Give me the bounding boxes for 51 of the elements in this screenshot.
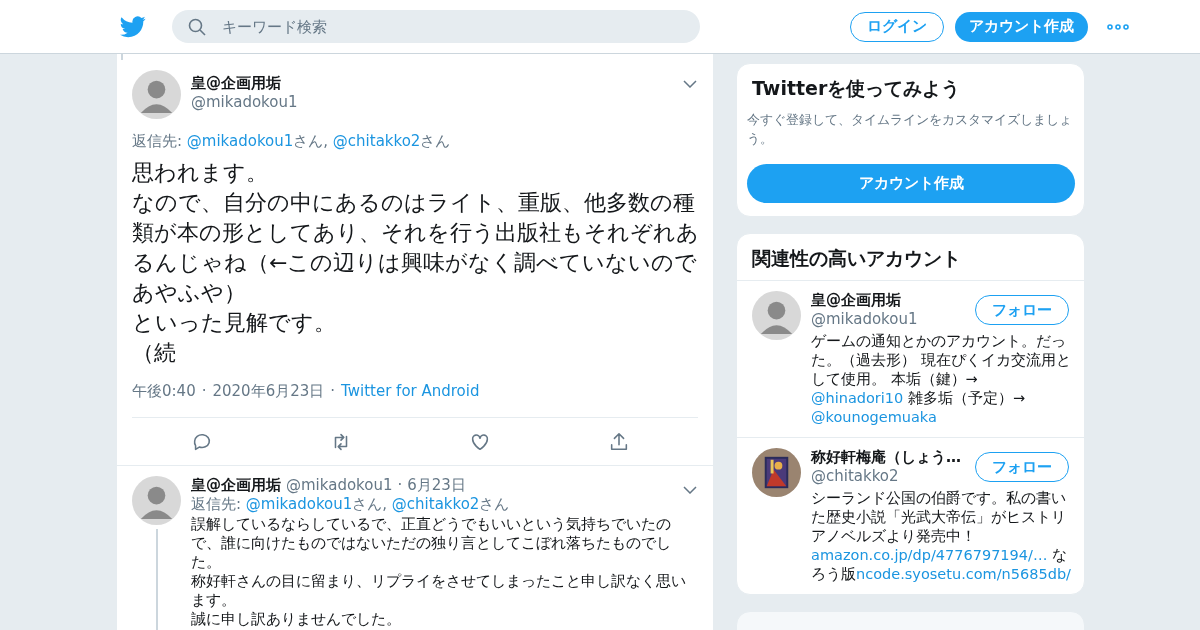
signup-button[interactable]: アカウント作成 <box>747 164 1075 203</box>
dot-separator: · <box>397 476 403 495</box>
tweet-paragraph: （続 <box>132 339 177 367</box>
bio-link[interactable]: @hinadori10 <box>811 390 904 406</box>
bio-link[interactable]: amazon.co.jp/dp/4776797194/… <box>811 547 1048 563</box>
source-link[interactable]: Twitter for Android <box>341 382 480 401</box>
tweet-paragraph: といった見解です。 <box>132 309 337 337</box>
follow-button[interactable]: フォロー <box>975 295 1069 325</box>
mention-link[interactable]: @mikadokou1 <box>186 132 294 150</box>
dot-separator: · <box>330 382 336 401</box>
card-text: 今すぐ登録して、タイムラインをカスタマイズしましょう。 <box>746 111 1073 148</box>
mention-link[interactable]: @mikadokou1 <box>245 495 353 513</box>
author-name[interactable]: 皇@企画用垢 <box>191 74 698 93</box>
account-bio: ゲームの通知とかのアカウント。だった。（過去形） 現在ぴくイカ交流用として使用。 本垢（鍵）→ @hinadori10 雑多垢（予定）→ @kounogemuaka <box>811 332 1071 427</box>
follow-button[interactable]: フォロー <box>975 452 1069 482</box>
tweet-date[interactable]: 2020年6月23日 <box>212 382 325 401</box>
tweet-paragraph: 誠に申し訳ありませんでした。 <box>191 609 402 628</box>
avatar <box>132 70 181 119</box>
card-title: 関連性の高いアカウント <box>751 246 962 271</box>
dot-separator: · <box>201 382 207 401</box>
card-title: Twitterを使ってみよう <box>751 76 962 101</box>
bio-link[interactable]: @kounogemuaka <box>811 409 937 425</box>
account-name[interactable]: 皇@企画用垢 <box>811 291 975 310</box>
chevron-icon[interactable] <box>683 80 697 88</box>
mention-link[interactable]: @chitakko2 <box>391 495 480 513</box>
signup-button[interactable]: アカウント作成 <box>955 11 1088 42</box>
avatar <box>132 476 181 525</box>
reply-to-text: 返信先: @mikadokou1さん, @chitakko2さん <box>132 132 452 151</box>
mention-link[interactable]: @chitakko2 <box>332 132 421 150</box>
search-icon <box>188 18 206 36</box>
account-name[interactable]: 称好軒梅庵（しょう… <box>811 448 975 467</box>
account-handle[interactable]: @mikadokou1 <box>811 310 975 328</box>
bird-logo[interactable] <box>120 15 146 38</box>
account-handle[interactable]: @chitakko2 <box>811 467 975 485</box>
more-icon[interactable] <box>1107 23 1129 30</box>
tweet-date[interactable]: 6月23日 <box>407 476 466 495</box>
search-field[interactable]: キーワード検索 <box>172 10 700 43</box>
tweet-paragraph: なので、自分の中にあるのはライト、重版、他多数の種類が本の形としてあり、それを行う出版社もそれぞれあるんじゃね（←この辺りは興味がなく調べていないのであやふや） <box>132 189 700 307</box>
bio-link[interactable]: ncode.syosetu.com/n5685db/ <box>856 566 1071 582</box>
chevron-icon[interactable] <box>683 486 697 494</box>
tweet-paragraph: 思われます。 <box>132 159 269 187</box>
reply-to-text: 返信先: @mikadokou1さん, @chitakko2さん <box>191 495 511 514</box>
author-handle[interactable]: @mikadokou1 <box>286 476 393 495</box>
login-button[interactable]: ログイン <box>850 11 944 42</box>
tweet-time[interactable]: 午後0:40 <box>132 382 196 401</box>
tweet-paragraph: 誤解しているならしているで、正直どうでもいいという気持ちでいたので、誰に向けたものではないただの独り言としてこぼれ落ちたものでした。 <box>191 514 672 571</box>
author-handle[interactable]: @mikadokou1 <box>191 93 698 111</box>
author-name[interactable]: 皇@企画用垢 <box>191 476 281 495</box>
tweet-paragraph: 称好軒さんの目に留まり、リプライをさせてしまったこと申し訳なく思います。 <box>191 571 687 609</box>
avatar <box>752 291 801 340</box>
account-bio: シーランド公国の伯爵です。私の書いた歴史小説「光武大帝伝」がヒストリアノベルズより発売中！ amazon.co.jp/dp/4776797194/… なろう版ncode.syosetu.com/n5685db/ <box>811 489 1071 584</box>
